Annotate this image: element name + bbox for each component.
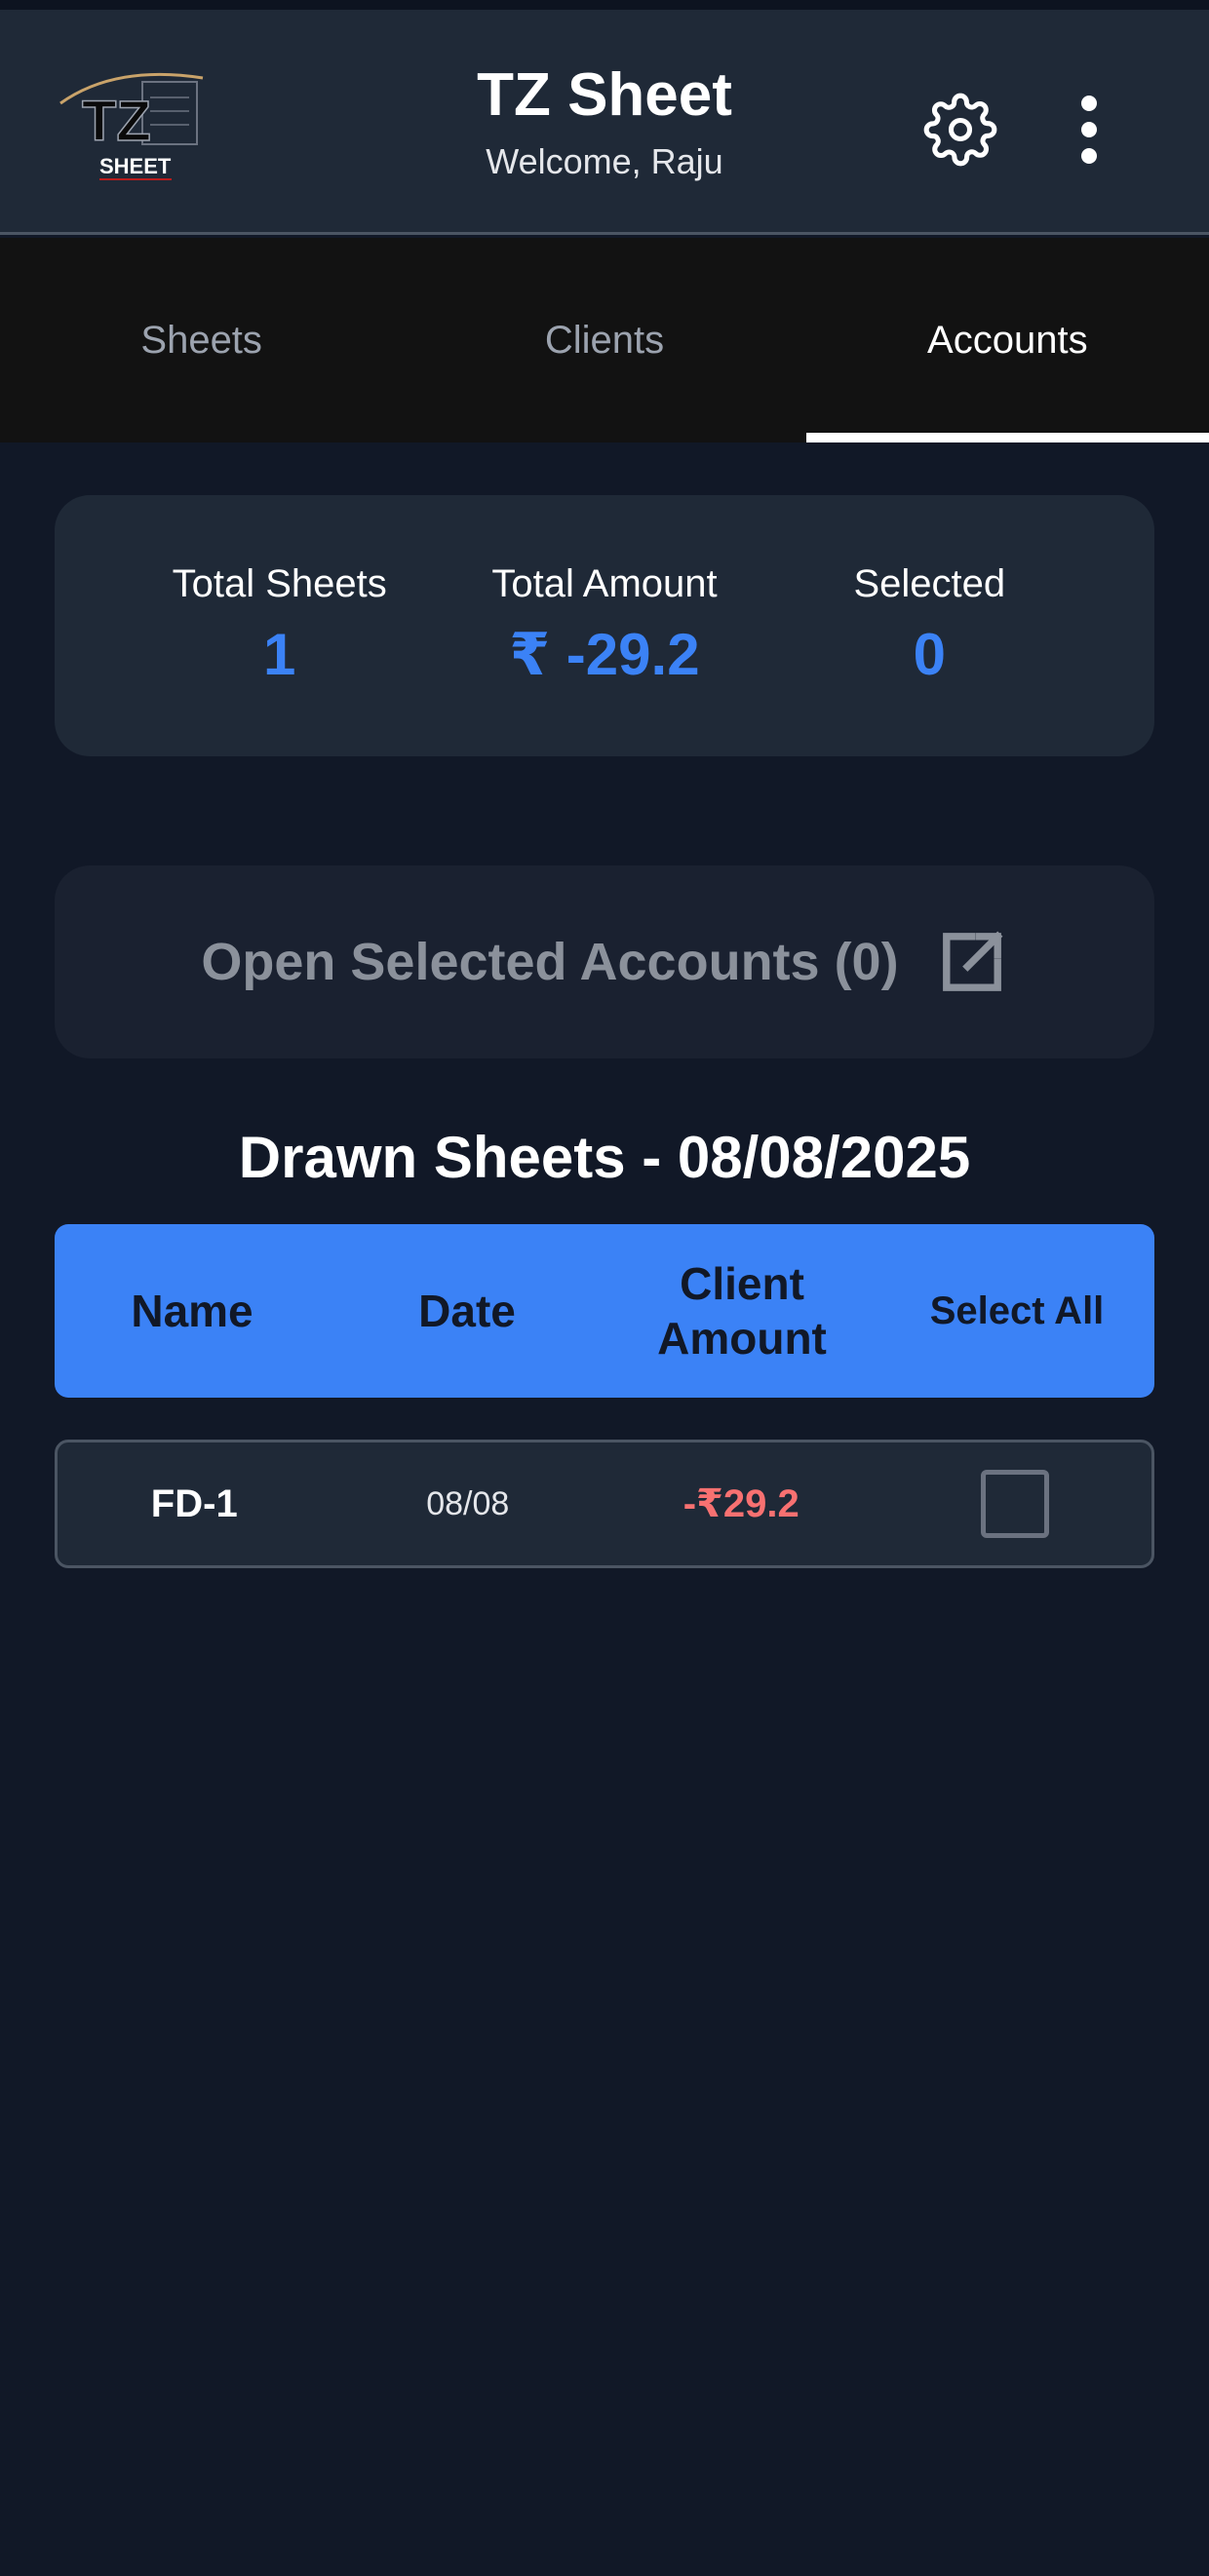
tab-accounts[interactable]: Accounts bbox=[805, 238, 1209, 442]
stat-value: ₹ -29.2 bbox=[509, 622, 700, 687]
column-header-name: Name bbox=[131, 1286, 254, 1336]
client-amount-line-2: Amount bbox=[657, 1313, 827, 1364]
logo-subtext: SHEET bbox=[99, 154, 172, 178]
tab-clients[interactable]: Clients bbox=[403, 238, 805, 442]
stat-label: Total Amount bbox=[491, 562, 718, 605]
app-logo: TZ SHEET bbox=[57, 68, 207, 183]
more-vertical-icon bbox=[1081, 96, 1097, 111]
row-checkbox-cell bbox=[878, 1470, 1152, 1538]
row-amount: -₹29.2 bbox=[682, 1482, 800, 1525]
row-date: 08/08 bbox=[426, 1484, 510, 1522]
summary-card: Total Sheets 1 Total Amount ₹ -29.2 Sele… bbox=[55, 495, 1154, 756]
stat-total-sheets: Total Sheets 1 bbox=[117, 495, 442, 756]
more-options-button[interactable] bbox=[1055, 88, 1123, 172]
table-header: Name Date Client Amount Select All bbox=[55, 1224, 1154, 1398]
column-header-client-amount: Client Amount bbox=[604, 1256, 879, 1365]
column-header-date: Date bbox=[418, 1286, 516, 1336]
select-all-button[interactable]: Select All bbox=[879, 1284, 1154, 1338]
stat-value: 0 bbox=[913, 622, 946, 687]
row-name: FD-1 bbox=[150, 1481, 238, 1525]
table-row[interactable]: FD-1 08/08 -₹29.2 bbox=[55, 1440, 1154, 1568]
logo-text: TZ bbox=[82, 90, 151, 153]
section-title: Drawn Sheets - 08/08/2025 bbox=[238, 1125, 971, 1190]
stat-value: 1 bbox=[262, 622, 296, 687]
stat-label: Total Sheets bbox=[172, 562, 387, 605]
gear-icon bbox=[923, 93, 997, 167]
external-link-icon bbox=[942, 931, 1003, 991]
tab-bar: Sheets Clients Accounts bbox=[0, 238, 1209, 442]
stat-total-amount: Total Amount ₹ -29.2 bbox=[442, 495, 766, 756]
app-header: TZ SHEET TZ Sheet Welcome, Raju bbox=[0, 10, 1209, 235]
tab-sheets[interactable]: Sheets bbox=[0, 238, 403, 442]
row-checkbox[interactable] bbox=[980, 1470, 1049, 1538]
stat-label: Selected bbox=[853, 562, 1006, 605]
client-amount-line-1: Client bbox=[680, 1258, 804, 1309]
status-bar bbox=[0, 0, 1209, 10]
open-selected-label: Open Selected Accounts (0) bbox=[201, 933, 899, 991]
stat-selected: Selected 0 bbox=[767, 495, 1092, 756]
open-selected-accounts-button[interactable]: Open Selected Accounts (0) bbox=[55, 865, 1154, 1058]
settings-button[interactable] bbox=[918, 88, 1002, 172]
